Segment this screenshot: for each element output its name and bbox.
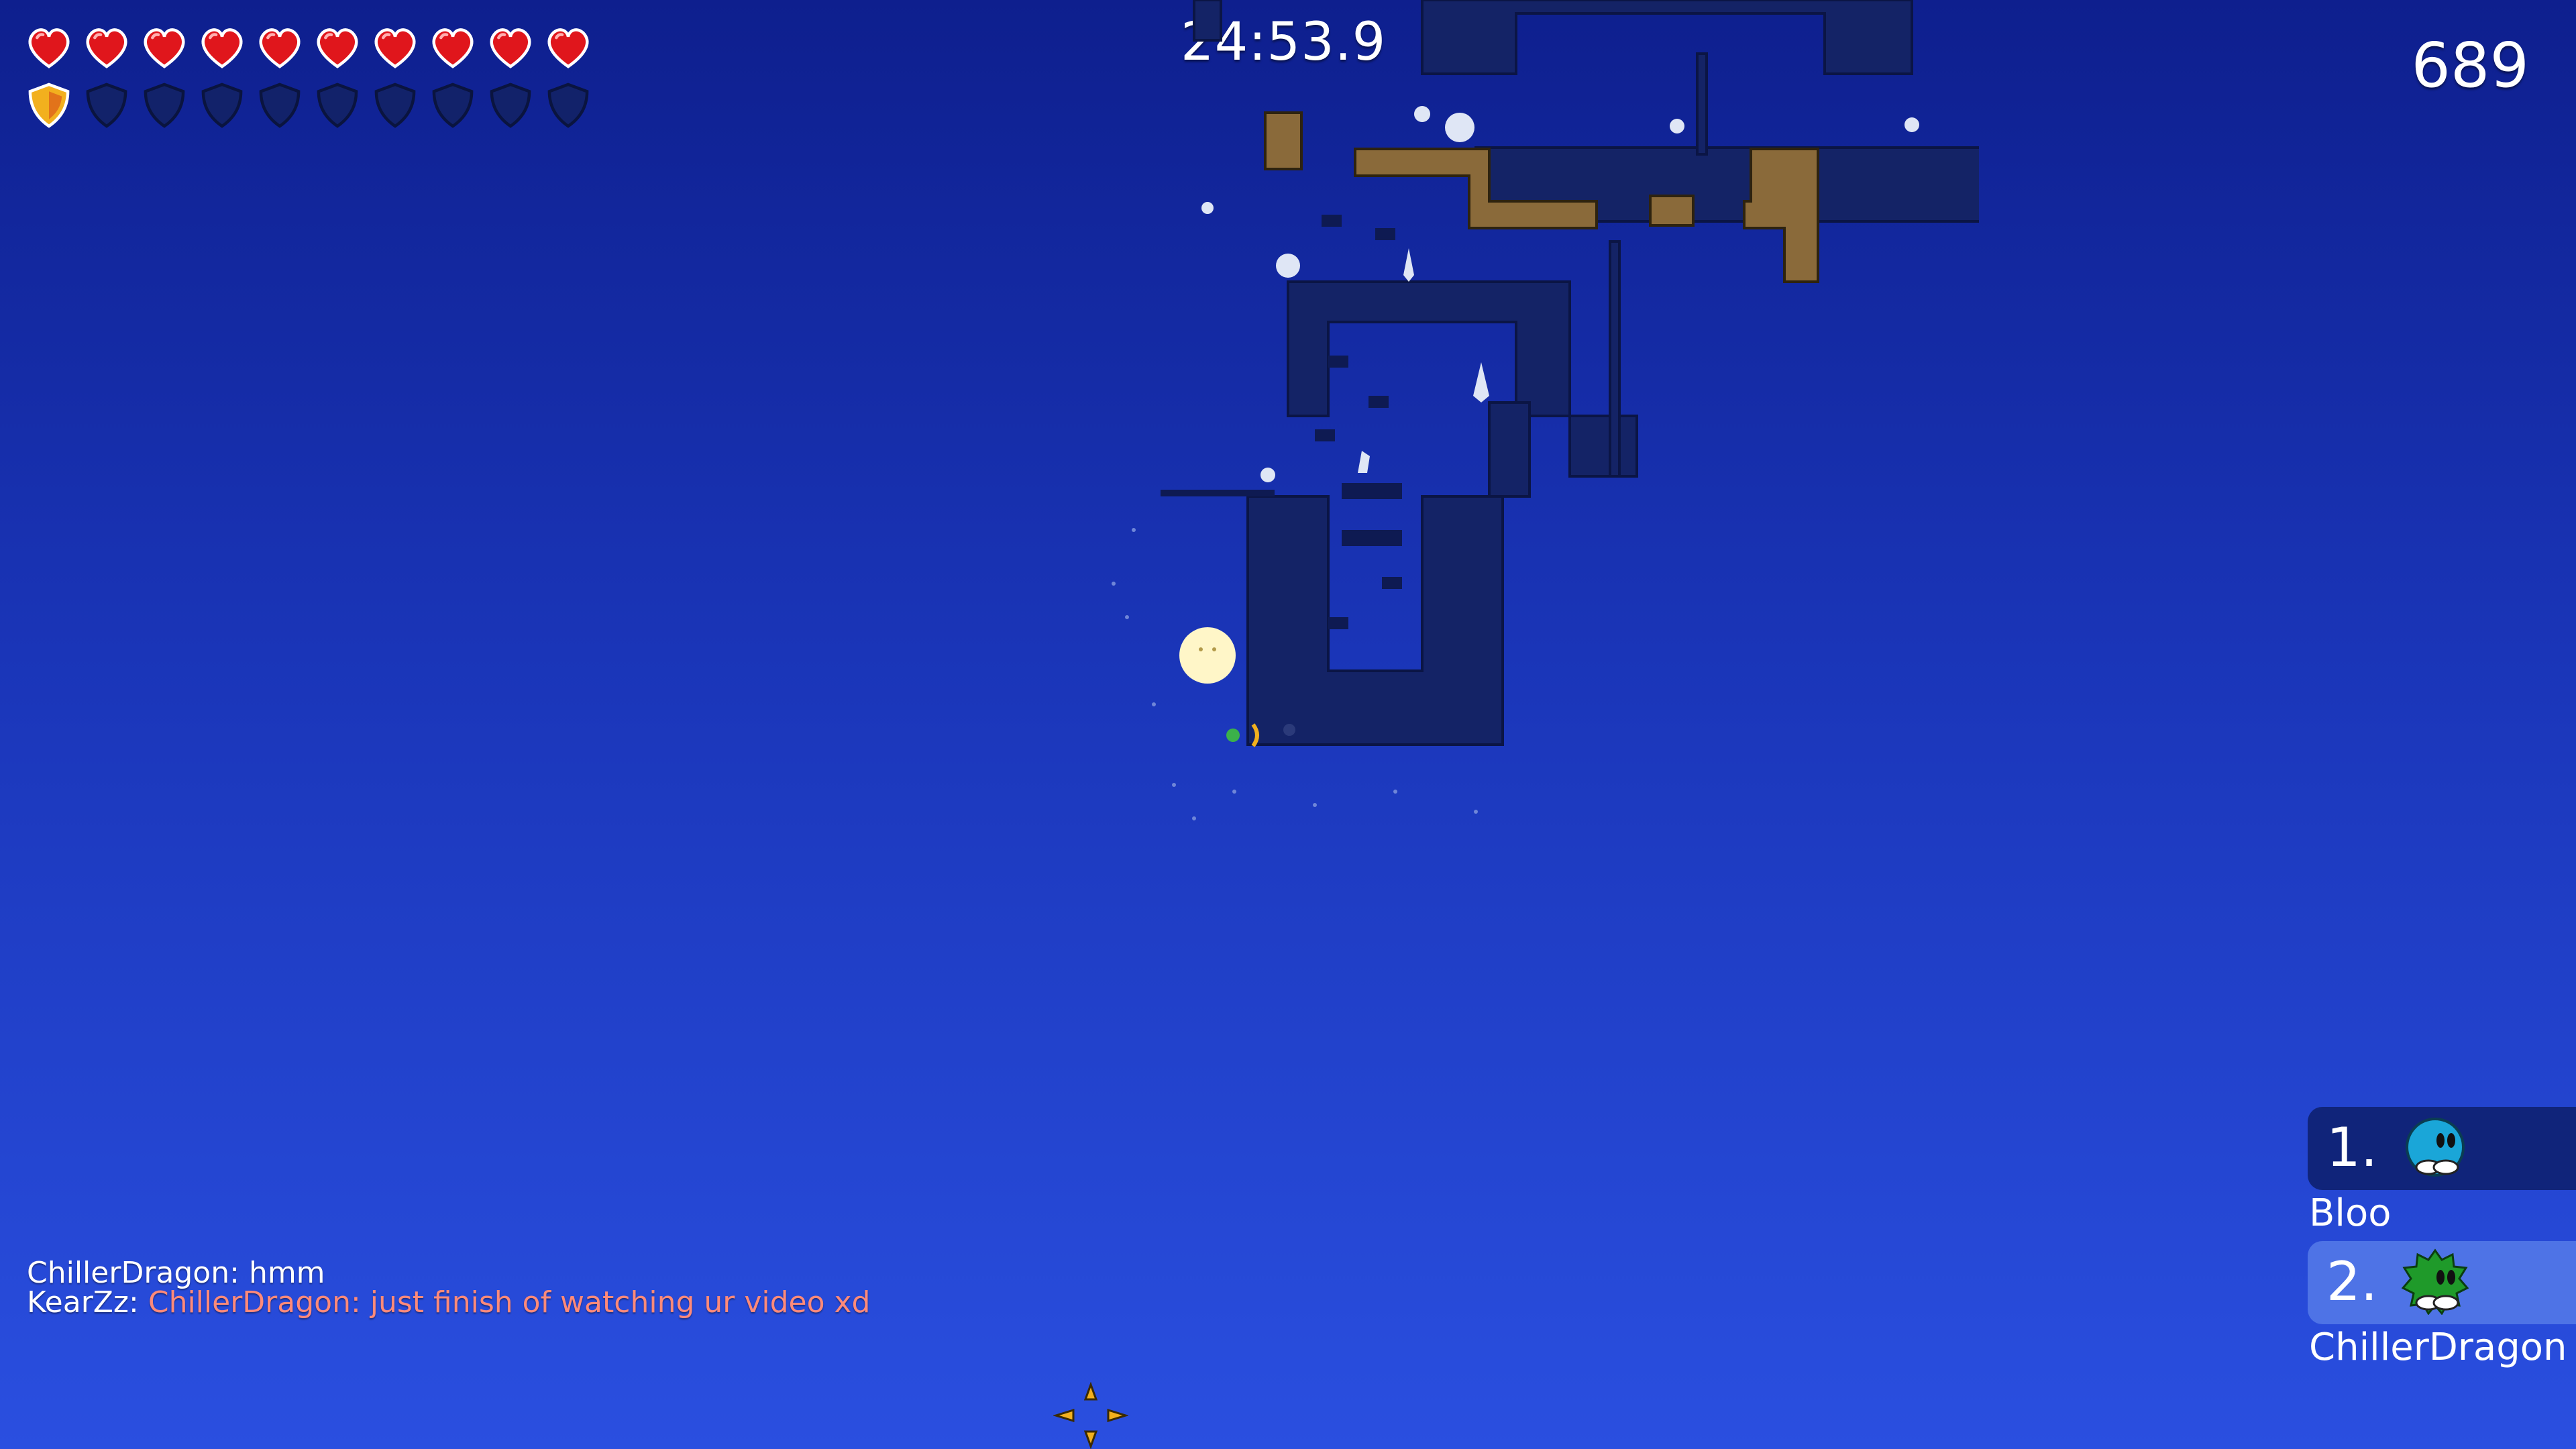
scoreboard-entry-2: 2. — [2308, 1241, 2576, 1324]
heart-icon — [547, 28, 589, 68]
heart-icon — [86, 28, 127, 68]
heart-icon — [317, 28, 358, 68]
crosshair-icon — [1053, 1382, 1128, 1449]
empty-shield-icon — [86, 83, 127, 128]
empty-shield-icon — [259, 83, 301, 128]
scoreboard-entry-1: 1. — [2308, 1107, 2576, 1190]
score-counter: 689 — [2411, 30, 2529, 101]
armor-bar — [24, 80, 593, 130]
rank-number: 1. — [2326, 1116, 2378, 1179]
player-name-1: Bloo — [2309, 1191, 2392, 1235]
heart-icon — [201, 28, 243, 68]
heart-icon — [490, 28, 531, 68]
heart-icon — [432, 28, 474, 68]
player-name-2: ChillerDragon — [2309, 1326, 2567, 1369]
chat-message: ChillerDragon: hmm — [27, 1258, 870, 1288]
chat-author: KearZz: — [27, 1285, 148, 1320]
empty-shield-icon — [144, 83, 185, 128]
empty-shield-icon — [317, 83, 358, 128]
empty-shield-icon — [432, 83, 474, 128]
heart-icon — [28, 28, 70, 68]
empty-shield-icon — [201, 83, 243, 128]
player-avatar-icon — [2406, 1118, 2465, 1177]
rank-number: 2. — [2326, 1250, 2378, 1313]
chat-log: ChillerDragon: hmm KearZz: ChillerDragon… — [27, 1258, 870, 1318]
empty-shield-icon — [374, 83, 416, 128]
heart-icon — [374, 28, 416, 68]
chat-message: KearZz: ChillerDragon: just finish of wa… — [27, 1288, 870, 1318]
health-bar — [24, 23, 593, 72]
game-map — [1112, 0, 1979, 820]
chat-text-highlighted: ChillerDragon: just finish of watching u… — [148, 1285, 871, 1320]
player-avatar-icon — [2402, 1248, 2469, 1315]
heart-icon — [144, 28, 185, 68]
empty-shield-icon — [547, 83, 589, 128]
empty-shield-icon — [490, 83, 531, 128]
armor-shield-icon — [28, 83, 70, 128]
heart-icon — [259, 28, 301, 68]
